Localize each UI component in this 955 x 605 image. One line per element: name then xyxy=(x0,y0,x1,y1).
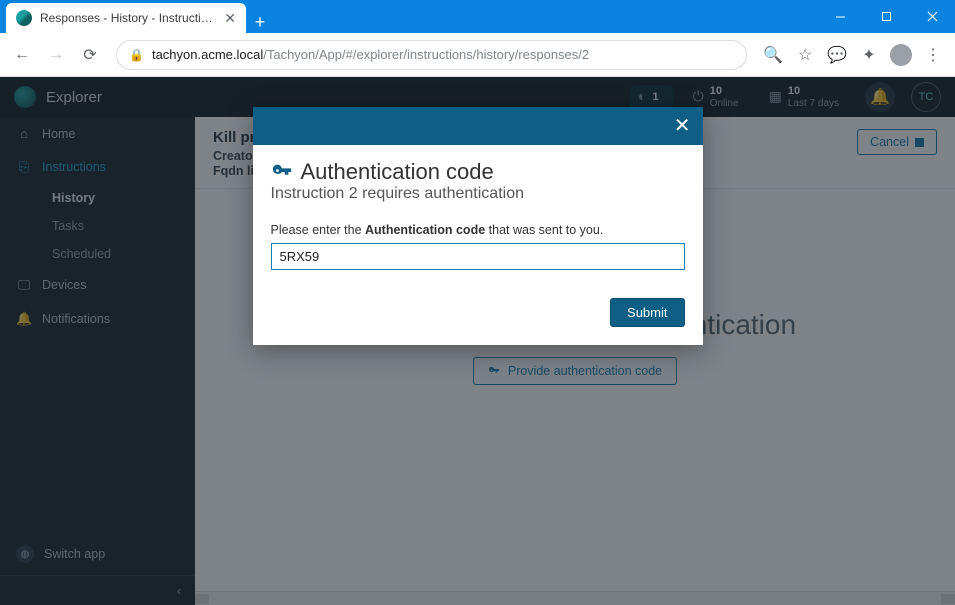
bookmark-star-icon[interactable]: ☆ xyxy=(791,41,819,69)
zoom-icon[interactable]: 🔍 xyxy=(759,41,787,69)
nav-back-button[interactable]: ← xyxy=(8,41,36,69)
window-minimize-button[interactable] xyxy=(817,0,863,33)
modal-titlebar: ✕ xyxy=(253,107,703,145)
modal-heading: Authentication code xyxy=(271,159,685,185)
modal-title: Authentication code xyxy=(301,159,494,185)
browser-toolbar: ← → ⟳ 🔒 tachyon.acme.local/Tachyon/App/#… xyxy=(0,33,955,77)
nav-reload-button[interactable]: ⟳ xyxy=(76,41,104,69)
tab-title: Responses - History - Instructions xyxy=(40,11,216,25)
window-titlebar: Responses - History - Instructions ✕ + xyxy=(0,0,955,33)
app-root: Explorer ◐ 1 ⏻ 10Online ▦ 10Last 7 days … xyxy=(0,77,955,605)
browser-menu-icon[interactable]: ⋮ xyxy=(919,41,947,69)
window-close-button[interactable] xyxy=(909,0,955,33)
url-text: tachyon.acme.local/Tachyon/App/#/explore… xyxy=(152,47,589,62)
chat-extension-icon[interactable]: 💬 xyxy=(823,41,851,69)
auth-code-input[interactable] xyxy=(271,243,685,270)
lock-icon: 🔒 xyxy=(129,48,144,62)
modal-subtitle: Instruction 2 requires authentication xyxy=(271,185,685,203)
tab-close-icon[interactable]: ✕ xyxy=(224,10,236,27)
window-maximize-button[interactable] xyxy=(863,0,909,33)
modal-instruction: Please enter the Authentication code tha… xyxy=(271,223,685,237)
browser-tab[interactable]: Responses - History - Instructions ✕ xyxy=(6,3,246,33)
submit-button[interactable]: Submit xyxy=(610,298,684,327)
modal-close-button[interactable]: ✕ xyxy=(674,116,691,136)
new-tab-button[interactable]: + xyxy=(246,12,274,33)
key-icon xyxy=(271,161,293,183)
address-bar[interactable]: 🔒 tachyon.acme.local/Tachyon/App/#/explo… xyxy=(116,40,747,70)
extensions-icon[interactable]: ✦ xyxy=(855,41,883,69)
auth-code-modal: ✕ Authentication code Instruction 2 requ… xyxy=(253,107,703,345)
tab-favicon xyxy=(16,10,32,26)
nav-forward-button[interactable]: → xyxy=(42,41,70,69)
profile-avatar-icon[interactable] xyxy=(887,41,915,69)
